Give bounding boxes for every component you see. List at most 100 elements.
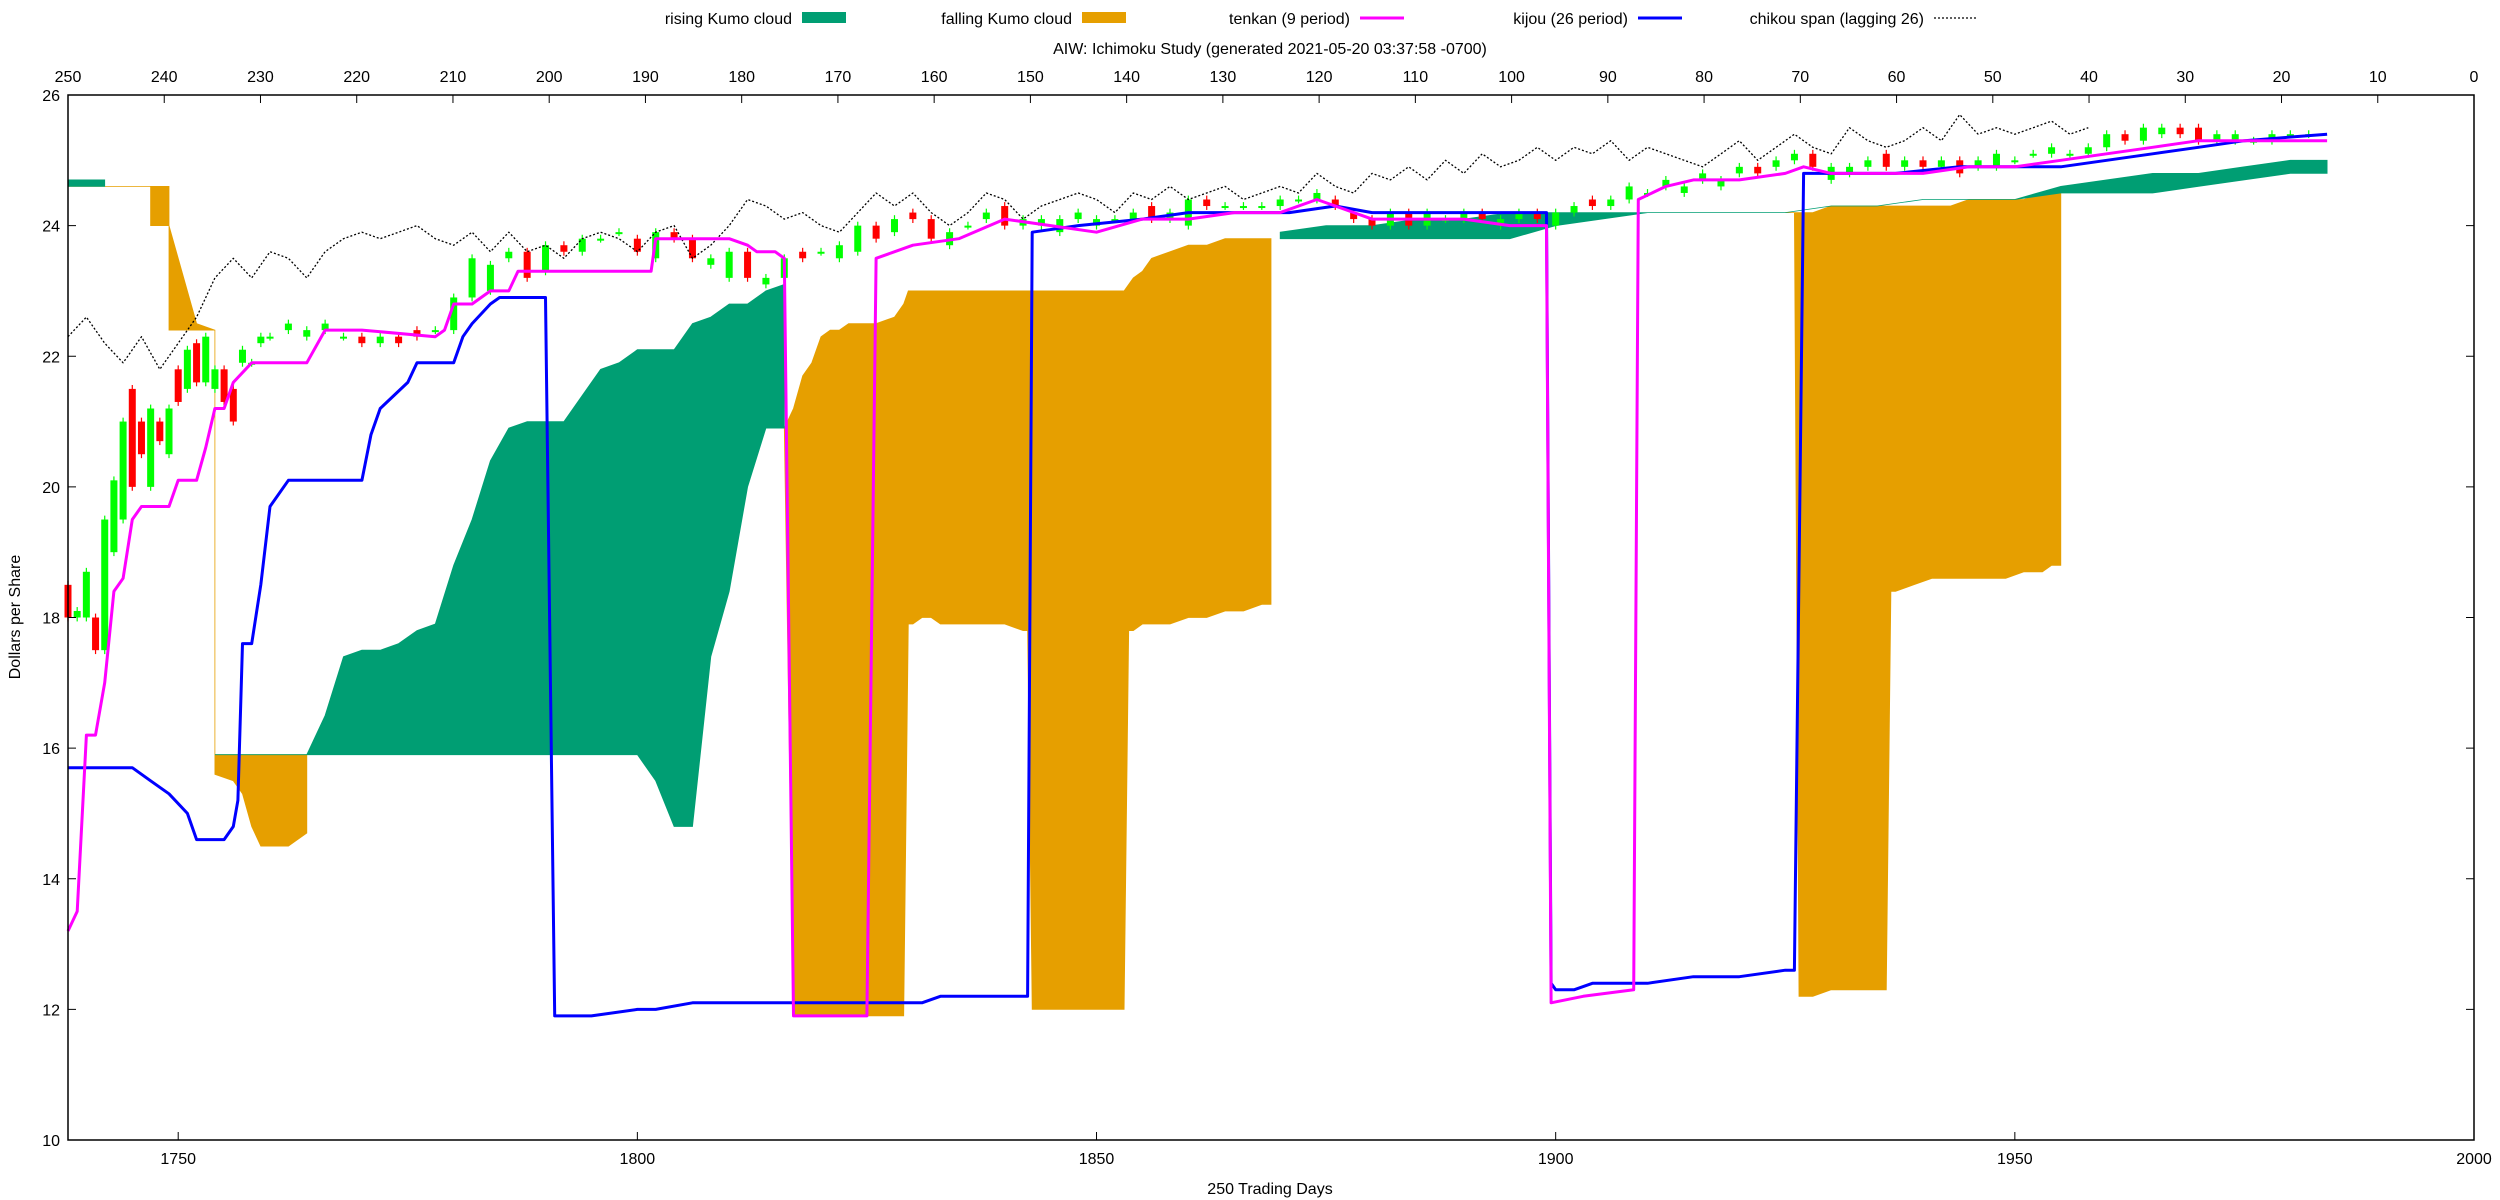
candle-down bbox=[1203, 199, 1211, 207]
candle-up bbox=[1221, 206, 1229, 209]
candle-down bbox=[688, 238, 696, 259]
candle-up bbox=[431, 330, 439, 333]
y-tick-label: 22 bbox=[42, 349, 60, 366]
candle-down bbox=[560, 245, 568, 252]
x2-tick-label: 90 bbox=[1599, 69, 1617, 86]
candle-up bbox=[2103, 134, 2111, 148]
candle-down bbox=[137, 421, 145, 455]
x2-tick-label: 150 bbox=[1017, 69, 1044, 86]
x2-tick-label: 210 bbox=[440, 69, 467, 86]
candle-up bbox=[835, 245, 843, 259]
y-tick-label: 12 bbox=[42, 1002, 60, 1019]
rising-kumo-cloud bbox=[214, 283, 785, 827]
x2-tick-label: 180 bbox=[728, 69, 755, 86]
candle-up bbox=[1901, 160, 1909, 167]
legend-swatch bbox=[802, 12, 846, 23]
candle-down bbox=[799, 251, 807, 259]
y-tick-label: 24 bbox=[42, 219, 60, 236]
candle-down bbox=[1919, 160, 1927, 167]
x2-tick-label: 120 bbox=[1306, 69, 1333, 86]
candle-up bbox=[1074, 212, 1082, 220]
candle-up bbox=[1772, 160, 1780, 167]
candle-up bbox=[597, 238, 605, 241]
candle-up bbox=[284, 323, 292, 331]
x2-tick-label: 250 bbox=[55, 69, 82, 86]
candle-up bbox=[615, 232, 623, 235]
y-tick-label: 16 bbox=[42, 741, 60, 758]
kumo-cloud-layer bbox=[67, 159, 2328, 1017]
candle-down bbox=[193, 343, 201, 383]
x-tick-label: 1950 bbox=[1997, 1151, 2033, 1168]
x-tick-label: 1800 bbox=[620, 1151, 656, 1168]
x-tick-label: 1750 bbox=[160, 1151, 196, 1168]
legend-swatch bbox=[1082, 12, 1126, 23]
candle-up bbox=[1258, 206, 1266, 209]
candle-up bbox=[1992, 153, 2000, 167]
x2-tick-label: 40 bbox=[2080, 69, 2098, 86]
candle-up bbox=[1276, 199, 1284, 207]
candle-up bbox=[1129, 212, 1137, 220]
chart-legend: rising Kumo cloud falling Kumo cloud tenka… bbox=[665, 11, 1978, 28]
candle-down bbox=[2195, 127, 2203, 141]
candle-down bbox=[1882, 153, 1890, 167]
candle-up bbox=[2011, 160, 2019, 163]
candle-up bbox=[101, 519, 109, 651]
candle-up bbox=[257, 336, 265, 344]
ichimoku-chart: 1012141618202224261750 1800 1850 1900 1950 20… bbox=[7, 11, 2492, 1198]
x2-tick-label: 170 bbox=[825, 69, 852, 86]
candle-up bbox=[202, 336, 210, 383]
candle-down bbox=[156, 421, 164, 442]
candle-up bbox=[211, 369, 219, 389]
y-axis-label: Dollars per Share bbox=[7, 555, 24, 680]
x2-tick-label: 240 bbox=[151, 69, 178, 86]
candle-up bbox=[1937, 160, 1945, 167]
candle-up bbox=[1680, 186, 1688, 193]
legend-label: rising Kumo cloud bbox=[665, 11, 792, 28]
y-tick-label: 18 bbox=[42, 611, 60, 628]
candle-up bbox=[303, 330, 311, 337]
candle-down bbox=[927, 219, 935, 239]
candle-up bbox=[2139, 127, 2147, 141]
candle-down bbox=[1754, 166, 1762, 174]
legend-label: chikou span (lagging 26) bbox=[1750, 11, 1924, 28]
candle-up bbox=[119, 421, 127, 520]
candle-down bbox=[1588, 199, 1596, 207]
x2-tick-label: 0 bbox=[2470, 69, 2479, 86]
chart-title: AIW: Ichimoku Study (generated 2021-05-2… bbox=[1053, 41, 1487, 58]
y-tick-label: 20 bbox=[42, 480, 60, 497]
candle-up bbox=[82, 571, 90, 618]
x2-tick-label: 70 bbox=[1791, 69, 1809, 86]
x2-tick-label: 80 bbox=[1695, 69, 1713, 86]
candle-up bbox=[762, 277, 770, 285]
x2-tick-label: 100 bbox=[1498, 69, 1525, 86]
candle-up bbox=[1552, 212, 1560, 226]
candle-up bbox=[2158, 127, 2166, 135]
candle-up bbox=[964, 225, 972, 228]
candle-up bbox=[486, 264, 494, 291]
axes-layer: 1012141618202224261750 1800 1850 1900 1950 20… bbox=[42, 69, 2492, 1168]
x2-tick-label: 110 bbox=[1403, 69, 1429, 86]
falling-kumo-cloud bbox=[68, 186, 216, 755]
x-tick-label: 2000 bbox=[2456, 1151, 2492, 1168]
y-tick-label: 10 bbox=[42, 1133, 60, 1150]
candle-down bbox=[2176, 127, 2184, 135]
candle-up bbox=[339, 336, 347, 339]
candle-down bbox=[395, 336, 403, 344]
candle-up bbox=[1239, 206, 1247, 209]
candle-down bbox=[128, 388, 136, 487]
candle-down bbox=[2121, 134, 2129, 141]
legend-label: falling Kumo cloud bbox=[941, 11, 1072, 28]
candle-down bbox=[1001, 206, 1009, 226]
falling-kumo-cloud bbox=[1785, 192, 2062, 997]
candle-up bbox=[73, 610, 81, 618]
candle-up bbox=[1864, 160, 1872, 167]
x2-tick-label: 140 bbox=[1113, 69, 1140, 86]
x2-tick-label: 200 bbox=[536, 69, 563, 86]
candle-down bbox=[523, 251, 531, 278]
candle-down bbox=[909, 212, 917, 220]
candle-up bbox=[2066, 153, 2074, 156]
candle-up bbox=[890, 219, 898, 233]
candle-up bbox=[1570, 206, 1578, 213]
y-tick-label: 26 bbox=[42, 88, 60, 105]
candle-up bbox=[505, 251, 513, 259]
